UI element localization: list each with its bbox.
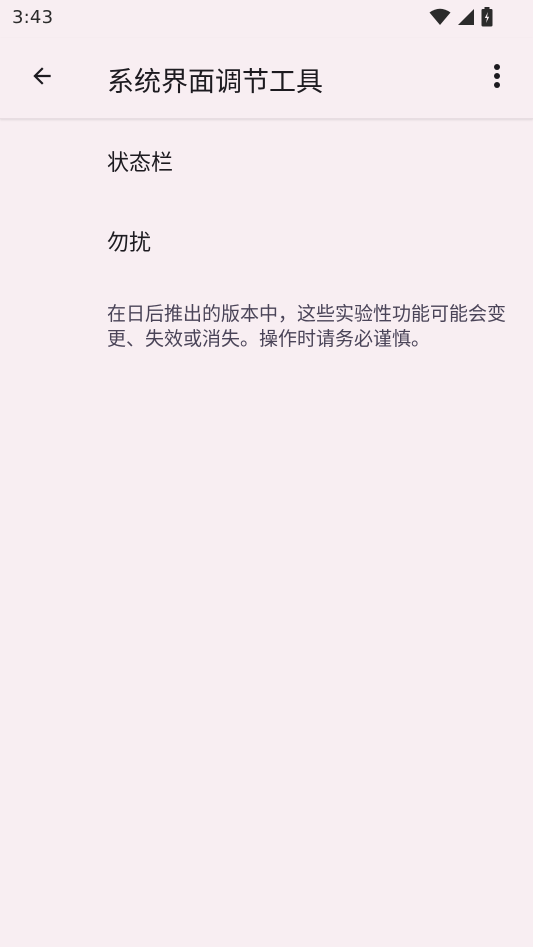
app-bar: 系统界面调节工具 (0, 38, 533, 119)
page-title: 系统界面调节工具 (107, 67, 323, 98)
disclaimer-text: 在日后推出的版本中，这些实验性功能可能会变更、失效或消失。操作时请务必谨慎。 (107, 303, 507, 350)
more-vert-icon (493, 63, 501, 93)
status-time: 3:43 (12, 7, 54, 28)
more-options-button[interactable] (473, 54, 521, 102)
preference-label: 勿扰 (107, 231, 152, 256)
arrow-back-icon (29, 63, 55, 93)
status-icons (429, 7, 493, 27)
preference-status-bar[interactable]: 状态栏 (0, 119, 533, 199)
wifi-icon (429, 8, 451, 26)
battery-charging-icon (481, 7, 493, 27)
back-button[interactable] (18, 54, 66, 102)
preference-do-not-disturb[interactable]: 勿扰 (0, 199, 533, 279)
preference-label: 状态栏 (107, 151, 174, 176)
signal-icon (457, 8, 475, 26)
status-bar: 3:43 (0, 0, 533, 38)
